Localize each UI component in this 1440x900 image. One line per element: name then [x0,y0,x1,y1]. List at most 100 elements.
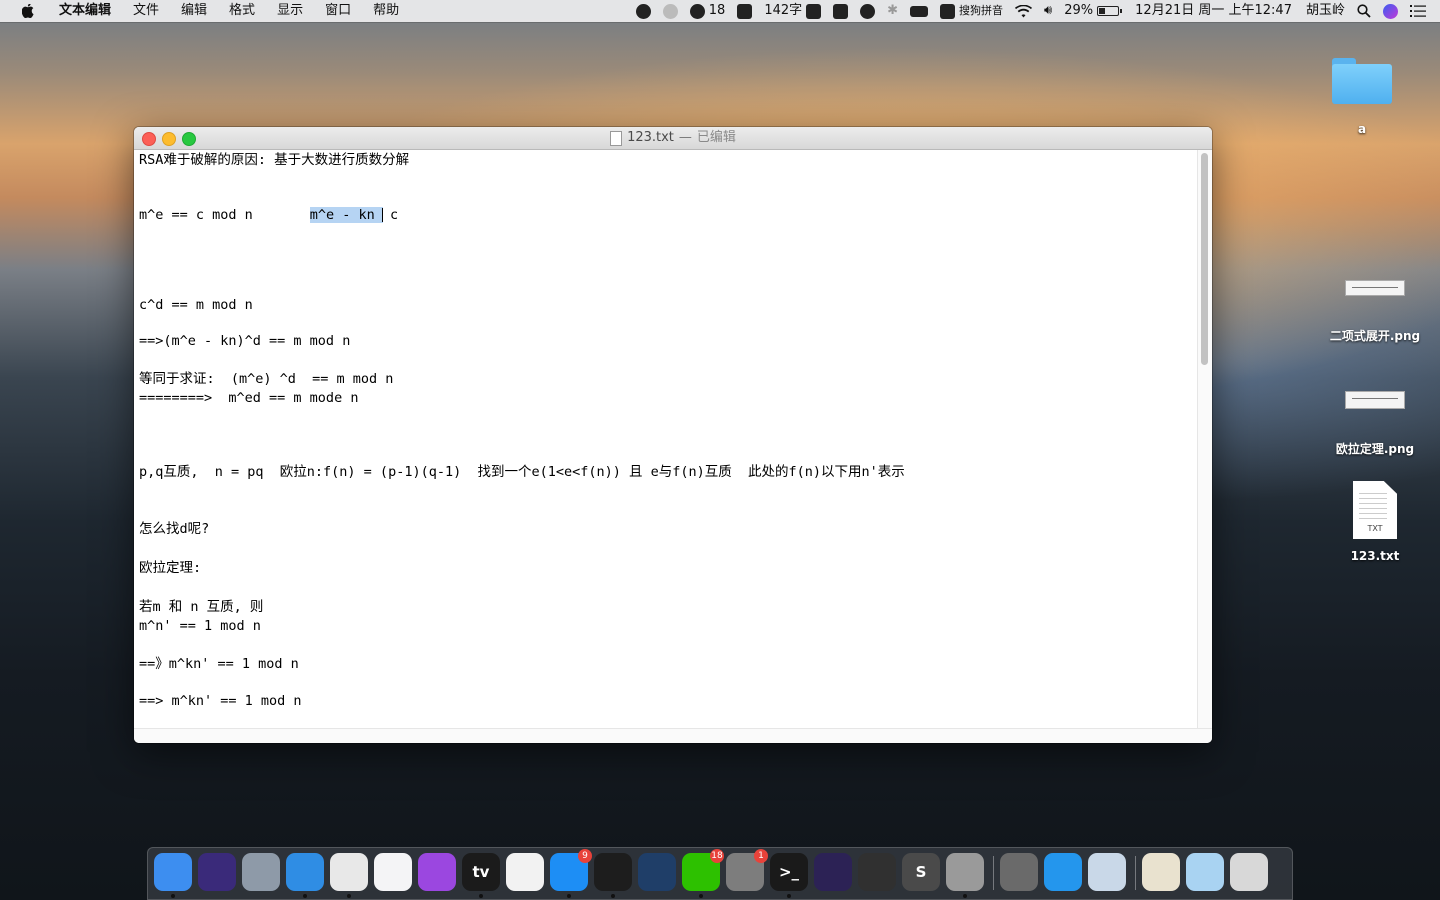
wechat-status[interactable]: 18 [684,0,732,22]
siri-menu-icon[interactable] [1377,0,1404,22]
menu-edit[interactable]: 编辑 [170,0,218,22]
calculator-icon[interactable] [1000,853,1038,891]
menu-file[interactable]: 文件 [122,0,170,22]
vertical-scrollbar[interactable] [1197,150,1212,729]
input-grid-icon[interactable] [827,0,854,22]
keychain-icon[interactable] [946,853,984,891]
text-editor-area[interactable]: RSA难于破解的原因: 基于大数进行质数分解 m^e == c mod n m^… [134,150,1198,729]
wechat-count: 18 [708,3,726,18]
trash-icon[interactable] [1230,853,1268,891]
desktop-file-euler-png[interactable]: 欧拉定理.png [1320,391,1430,457]
desktop-folder-a[interactable]: a [1322,58,1402,136]
eclipse-icon[interactable] [814,853,852,891]
dock-badge: 18 [710,849,724,863]
dock-app-glyph: S [915,863,927,881]
dock-app-glyph: >_ [778,863,800,881]
text-line: p,q互质, n = pq 欧拉n:f(n) = (p-1)(q-1) 找到一个… [139,464,905,480]
notification-bell-icon[interactable] [657,0,684,22]
window-title: 123.txt — 已编辑 [134,127,1212,149]
textedit-window: 123.txt — 已编辑 RSA难于破解的原因: 基于大数进行质数分解 m^e… [134,127,1212,743]
text-line: 怎么找d呢? [139,521,210,537]
vpn-icon[interactable] [854,0,881,22]
clipboard-icon [806,3,822,19]
text-line: ==> m^kn' == 1 mod n [139,693,302,709]
user-name[interactable]: 胡玉岭 [1298,0,1351,22]
wechat-icon[interactable]: 18 [682,849,724,891]
downloads-folder-icon[interactable] [1186,853,1224,891]
spotlight-search-icon[interactable] [1351,0,1377,22]
battery-icon [1097,6,1123,16]
sogou-icon [940,3,956,19]
textedit-icon[interactable] [506,853,544,891]
scrollbar-thumb[interactable] [1201,153,1208,365]
terminal-icon[interactable]: >_ [770,853,808,891]
menu-app-name[interactable]: 文本编辑 [48,0,122,22]
menu-help[interactable]: 帮助 [362,0,410,22]
text-line: ==>(m^e - kn)^d == m mod n [139,333,351,349]
window-filename: 123.txt [627,130,674,145]
text-file-icon: TXT [1353,481,1397,539]
launchpad-icon[interactable] [242,853,280,891]
text-line: RSA难于破解的原因: 基于大数进行质数分解 [139,152,410,168]
text-line: c^d == m mod n [139,297,253,313]
safari-icon[interactable] [286,853,324,891]
bluetooth-icon[interactable]: ✱ [881,0,904,22]
input-method-status[interactable]: 搜狗拼音 [934,0,1009,22]
chrome-icon[interactable] [330,853,368,891]
desktop-icon-label: 欧拉定理.png [1335,442,1415,456]
apple-tv-icon[interactable]: tv [462,853,500,891]
volume-icon[interactable]: 🔊︎ [1038,0,1058,22]
clock[interactable]: 12月21日 周一 上午12:47 [1125,0,1298,22]
running-indicator [303,894,307,898]
notification-center-icon[interactable] [1404,0,1440,22]
text-line-with-selection: m^e == c mod n m^e - kn c [139,206,398,224]
app-store-icon[interactable]: 9 [550,849,592,891]
sublime-text-icon[interactable]: S [902,853,940,891]
instruments-icon[interactable] [858,853,896,891]
preview-icon[interactable] [1088,853,1126,891]
horizontal-scrollbar[interactable] [134,728,1212,743]
text-line: ==》m^kn' == 1 mod n [139,656,299,672]
running-indicator [611,894,615,898]
running-indicator [347,894,351,898]
minimized-window-icon[interactable] [1142,853,1180,891]
document-icon[interactable] [610,130,623,146]
text-line: m^n' == 1 mod n [139,618,261,634]
text-line: 等同于求证: (m^e) ^d == m mod n [139,371,394,387]
qq-icon[interactable] [594,853,632,891]
wifi-icon[interactable] [1009,0,1038,22]
quicktime-icon[interactable] [638,853,676,891]
text-line: ========> m^ed == m mode n [139,390,359,406]
input-method-label: 搜狗拼音 [959,4,1004,17]
desktop-icon-label: 123.txt [1350,549,1400,563]
system-preferences-icon[interactable]: 1 [726,849,768,891]
music-icon[interactable] [374,853,412,891]
running-indicator [479,894,483,898]
text-line: 欧拉定理: [139,560,202,576]
battery-percent: 29% [1064,3,1094,18]
finder-icon[interactable] [154,853,192,891]
word-count-status[interactable]: 142字 [758,0,827,22]
desktop-icon-label: 二项式展开.png [1329,329,1421,343]
desktop-file-123-txt[interactable]: TXT 123.txt [1325,481,1425,563]
menu-view[interactable]: 显示 [266,0,314,22]
siri-icon[interactable] [198,853,236,891]
apple-menu-icon[interactable] [20,3,36,19]
menu-format[interactable]: 格式 [218,0,266,22]
desktop-icon-label: a [1357,122,1367,136]
running-indicator [699,894,703,898]
menu-window[interactable]: 窗口 [314,0,362,22]
dock-app-glyph: tv [472,863,490,881]
desktop-file-binomial-png[interactable]: 二项式展开.png [1320,280,1430,344]
screen-record-icon[interactable] [630,0,657,22]
image-thumbnail-icon [1345,391,1405,409]
word-count: 142字 [764,3,803,18]
window-titlebar[interactable]: 123.txt — 已编辑 [134,127,1212,150]
docker-icon[interactable] [1044,853,1082,891]
podcasts-icon[interactable] [418,853,456,891]
docker-status-icon[interactable] [731,0,758,22]
wechat-status-icon [689,3,705,19]
battery-status[interactable]: 29% [1058,0,1125,22]
dock-badge: 1 [754,849,768,863]
memory-icon[interactable] [904,0,934,22]
